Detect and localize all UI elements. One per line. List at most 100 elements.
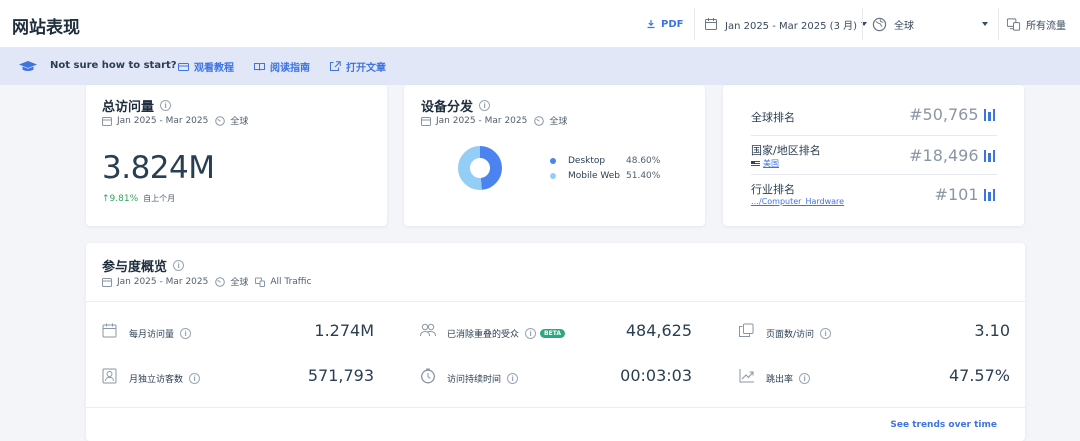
beta-badge: BETA <box>540 329 565 338</box>
info-icon[interactable]: i <box>160 100 172 111</box>
legend-item-mobile: Mobile Web 51.40% <box>550 168 660 183</box>
rank-chart-icon[interactable] <box>983 149 998 162</box>
ranking-card: 全球排名 #50,765 国家/地区排名 美国 #18,496 行业排名 …/C… <box>723 85 1024 226</box>
info-icon[interactable]: i <box>189 373 201 384</box>
card-subtitle: Jan 2025 - Mar 2025 全球 All Traffic <box>102 275 311 288</box>
rank-chart-icon[interactable] <box>983 188 998 201</box>
globe-icon <box>215 115 226 126</box>
metric-label-text: 访问持续时间 <box>447 375 502 385</box>
info-icon[interactable]: i <box>507 373 519 384</box>
metric-label: 已消除重叠的受众 i BETA <box>447 327 565 340</box>
card-subtitle: Jan 2025 - Mar 2025 全球 <box>421 114 567 127</box>
card-title: 设备分发 i <box>421 96 491 115</box>
see-trends-link[interactable]: See trends over time <box>890 420 997 430</box>
calendar-icon <box>102 277 112 287</box>
metric-value: 47.57% <box>948 366 1010 385</box>
industry-link[interactable]: …/Computer_Hardware <box>751 197 844 206</box>
external-link-icon <box>330 61 341 71</box>
metric-monthly-visits: 每月访问量 i 1.274M <box>102 321 374 345</box>
legend-dot <box>550 172 556 179</box>
globe-icon <box>872 17 887 31</box>
info-icon[interactable]: i <box>173 260 185 271</box>
date-range-label: Jan 2025 - Mar 2025 (3 月) <box>725 20 858 32</box>
metric-dedup-audience: 已消除重叠的受众 i BETA 484,625 <box>420 321 692 345</box>
devices-icon <box>255 277 266 287</box>
metric-label: 访问持续时间 i <box>447 372 519 385</box>
metric-label: 每月访问量 i <box>129 327 192 340</box>
divider <box>694 8 695 40</box>
calendar-icon <box>102 116 112 126</box>
region-text: 全球 <box>230 278 249 288</box>
top-header: 网站表现 PDF Jan 2025 - Mar 2025 (3 月) 全球 所有… <box>0 0 1080 48</box>
calendar-icon <box>102 323 117 338</box>
country-rank-row: 国家/地区排名 美国 #18,496 <box>751 136 997 175</box>
link-label: 观看教程 <box>194 63 234 74</box>
rank-label: 行业排名 <box>751 183 795 196</box>
open-article-link[interactable]: 打开文章 <box>330 59 386 74</box>
metric-label-text: 已消除重叠的受众 <box>447 330 520 340</box>
legend-value: 51.40% <box>626 170 661 181</box>
info-icon[interactable]: i <box>479 100 491 111</box>
date-range-selector[interactable]: Jan 2025 - Mar 2025 (3 月) <box>704 0 868 48</box>
rank-label: 国家/地区排名 <box>751 144 821 157</box>
metric-label-text: 跳出率 <box>766 375 794 385</box>
rank-chart-icon[interactable] <box>983 108 998 121</box>
legend-label: Mobile Web <box>568 170 621 181</box>
divider <box>998 8 999 40</box>
info-icon[interactable]: i <box>820 328 832 339</box>
metric-label-text: 每月访问量 <box>129 330 175 340</box>
chevron-down-icon <box>982 22 988 26</box>
rank-label: 全球排名 <box>751 111 795 124</box>
industry-rank-value: #101 <box>935 185 997 204</box>
card-subtitle: Jan 2025 - Mar 2025 全球 <box>102 114 248 127</box>
metric-unique-visitors: 月独立访客数 i 571,793 <box>102 366 374 390</box>
divider <box>86 301 1025 302</box>
traffic-type-selector[interactable]: 所有流量 <box>1006 0 1066 48</box>
date-text: Jan 2025 - Mar 2025 <box>436 115 528 126</box>
pdf-label: PDF <box>661 18 684 30</box>
help-question: Not sure how to start? <box>50 60 177 71</box>
metric-label: 月独立访客数 i <box>129 372 201 385</box>
link-label: 打开文章 <box>346 63 386 74</box>
calendar-icon <box>705 18 717 30</box>
video-icon <box>178 62 189 71</box>
rank-number: #101 <box>934 185 979 204</box>
metric-value: 571,793 <box>307 366 374 385</box>
rank-number: #18,496 <box>909 146 979 165</box>
total-visits-value: 3.824M <box>102 150 215 186</box>
devices-icon <box>1006 17 1021 31</box>
legend-value: 48.60% <box>626 155 661 166</box>
country-name: 美国 <box>763 159 779 168</box>
globe-icon <box>215 276 226 287</box>
visitor-icon <box>102 368 117 384</box>
globe-icon <box>534 115 545 126</box>
card-title-text: 总访问量 <box>102 100 155 115</box>
people-icon <box>420 323 436 337</box>
pdf-export-button[interactable]: PDF <box>646 0 683 48</box>
country-link[interactable]: 美国 <box>751 158 779 169</box>
metric-value: 1.274M <box>314 321 374 340</box>
rank-number: #50,765 <box>909 105 979 124</box>
page-title: 网站表现 <box>12 18 80 38</box>
info-icon[interactable]: i <box>525 328 537 339</box>
info-icon[interactable]: i <box>180 328 192 339</box>
read-guide-link[interactable]: 阅读指南 <box>254 59 310 74</box>
info-icon[interactable]: i <box>799 373 811 384</box>
region-text: 全球 <box>549 117 568 127</box>
clock-icon <box>421 368 435 384</box>
calendar-icon <box>421 116 431 126</box>
legend-label: Desktop <box>568 155 606 166</box>
engagement-overview-card: 参与度概览 i Jan 2025 - Mar 2025 全球 All Traff… <box>86 243 1025 441</box>
divider <box>86 407 1025 408</box>
global-rank-row: 全球排名 #50,765 <box>751 95 997 136</box>
region-selector[interactable]: 全球 <box>872 0 992 48</box>
legend-item-desktop: Desktop 48.60% <box>550 153 660 168</box>
watch-tutorial-link[interactable]: 观看教程 <box>178 59 234 74</box>
metric-label-text: 页面数/访问 <box>766 330 815 340</box>
device-distribution-card: 设备分发 i Jan 2025 - Mar 2025 全球 Desktop 48… <box>404 85 705 226</box>
divider <box>862 8 863 40</box>
card-title: 总访问量 i <box>102 96 172 115</box>
total-visits-card: 总访问量 i Jan 2025 - Mar 2025 全球 3.824M ↑9.… <box>86 85 387 226</box>
bounce-icon <box>739 369 754 383</box>
global-rank-value: #50,765 <box>909 105 997 124</box>
